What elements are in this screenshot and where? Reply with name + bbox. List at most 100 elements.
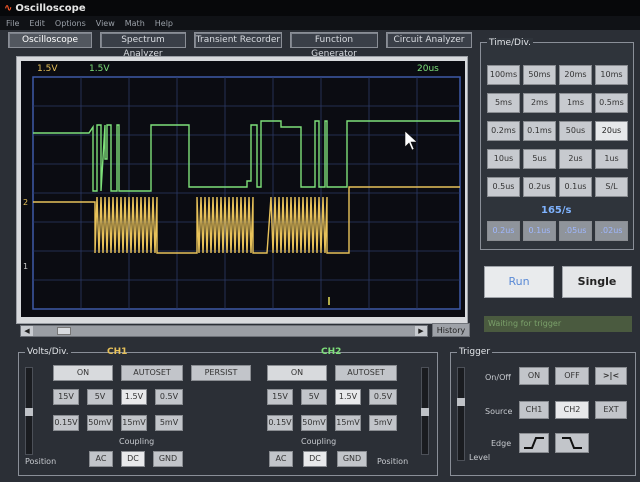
ch2-position-knob[interactable] [421,408,429,416]
timebase-10ms[interactable]: 10ms [595,65,628,85]
rising-edge-button[interactable] [519,433,549,453]
timebase-50ms[interactable]: 50ms [523,65,556,85]
trigger-source-ch1[interactable]: CH1 [519,401,549,419]
ch1-0-15v-button[interactable]: 0.15V [53,415,79,431]
ch2-coupling-label: Coupling [301,437,337,446]
falling-edge-button[interactable] [555,433,589,453]
timebase-sl[interactable]: S/L [595,177,628,197]
timebase-0-5us[interactable]: 0.5us [487,177,520,197]
trigger-on-button[interactable]: ON [519,367,549,385]
run-button[interactable]: Run [484,266,554,298]
scroll-right-icon[interactable]: ▶ [415,326,427,336]
ch1-1-5v-button[interactable]: 1.5V [121,389,147,405]
ch1-on-button[interactable]: ON [53,365,113,381]
timebase-0-1ms[interactable]: 0.1ms [523,121,556,141]
trigger-level-knob[interactable] [457,398,465,406]
timebase-0-2us[interactable]: 0.2us [523,177,556,197]
ch2-autoset-button[interactable]: AUTOSET [335,365,397,381]
persist-button[interactable]: PERSIST [191,365,251,381]
trigger-source-ch2[interactable]: CH2 [555,401,589,419]
trigger-source-label: Source [485,407,513,416]
ch1-gnd-button[interactable]: GND [153,451,183,467]
timebase-sub-0-1us[interactable]: 0.1us [523,221,556,241]
timebase-0-1us[interactable]: 0.1us [559,177,592,197]
trigger-panel: Trigger On/Off ON OFF >|< Source CH1 CH2… [450,347,636,476]
ch2-50mv-button[interactable]: 50mV [301,415,327,431]
menu-help[interactable]: Help [155,19,173,28]
ch2-position-slider[interactable] [421,367,429,455]
timebase-5ms[interactable]: 5ms [487,93,520,113]
ch2-15v-button[interactable]: 15V [267,389,293,405]
timebase-0-2ms[interactable]: 0.2ms [487,121,520,141]
ch1-ac-button[interactable]: AC [89,451,113,467]
trigger-title: Trigger [457,347,493,357]
timebase-2us[interactable]: 2us [559,149,592,169]
falling-edge-icon [562,437,582,449]
timebase-1us[interactable]: 1us [595,149,628,169]
timebase-sub-0-2us[interactable]: 0.2us [487,221,520,241]
ch1-position-label: Position [25,457,57,466]
rising-edge-icon [524,437,544,449]
oscilloscope-window: ∿ Oscilloscope File Edit Options View Ma… [0,0,640,482]
ch1-5mv-button[interactable]: 5mV [155,415,183,431]
timebase-sub-05us[interactable]: .05us [559,221,592,241]
timebase-10us[interactable]: 10us [487,149,520,169]
timebase-20us[interactable]: 20us [595,121,628,141]
menu-options[interactable]: Options [55,19,86,28]
menu-math[interactable]: Math [125,19,145,28]
timebase-20ms[interactable]: 20ms [559,65,592,85]
ch1-autoset-button[interactable]: AUTOSET [121,365,183,381]
trigger-level-slider[interactable] [457,367,465,461]
ch2-0-15v-button[interactable]: 0.15V [267,415,293,431]
app-icon: ∿ [4,2,13,14]
ch1-15mv-button[interactable]: 15mV [121,415,147,431]
menu-file[interactable]: File [6,19,19,28]
ch2-dc-button[interactable]: DC [303,451,327,467]
single-button[interactable]: Single [562,266,632,298]
tab-circuit-analyzer[interactable]: Circuit Analyzer [386,32,472,48]
timebase-0-5ms[interactable]: 0.5ms [595,93,628,113]
tab-spectrum-analyzer[interactable]: Spectrum Analyzer [100,32,186,59]
ch2-on-button[interactable]: ON [267,365,327,381]
ch1-5v-button[interactable]: 5V [87,389,113,405]
ch2-15mv-button[interactable]: 15mV [335,415,361,431]
timebase-50us[interactable]: 50us [559,121,592,141]
tab-oscilloscope[interactable]: Oscilloscope [8,32,92,48]
scope-frame: 2 1 1.5V 1.5V 20us [16,56,468,324]
trigger-off-button[interactable]: OFF [555,367,589,385]
scope-display[interactable]: 2 1 1.5V 1.5V 20us [21,61,465,317]
scroll-thumb[interactable] [57,327,71,335]
ch1-position-slider[interactable] [25,367,33,455]
ch2-1-5v-button[interactable]: 1.5V [335,389,361,405]
ch2-ac-button[interactable]: AC [269,451,293,467]
timebase-1ms[interactable]: 1ms [559,93,592,113]
scroll-left-icon[interactable]: ◀ [21,326,33,336]
timebase-100ms[interactable]: 100ms [487,65,520,85]
ch1-zero-marker: 2 [23,198,28,207]
ch1-position-knob[interactable] [25,408,33,416]
ch1-dc-button[interactable]: DC [121,451,145,467]
tab-function-generator[interactable]: Function Generator [290,32,378,59]
title-bar: ∿ Oscilloscope [0,0,640,16]
ch2-zero-marker: 1 [23,262,28,271]
mouse-cursor-icon [404,130,418,151]
menu-edit[interactable]: Edit [29,19,45,28]
ch2-gnd-button[interactable]: GND [337,451,367,467]
trigger-source-ext[interactable]: EXT [595,401,627,419]
tab-transient-recorder[interactable]: Transient Recorder [194,32,282,48]
timebase-sub-02us[interactable]: .02us [595,221,628,241]
history-button[interactable]: History [432,323,470,337]
ch1-15v-button[interactable]: 15V [53,389,79,405]
timebase-5us[interactable]: 5us [523,149,556,169]
timebase-2ms[interactable]: 2ms [523,93,556,113]
ch1-waveform [33,186,460,254]
ch2-0-5v-button[interactable]: 0.5V [369,389,397,405]
trigger-reset-icon[interactable]: >|< [595,367,627,385]
ch1-50mv-button[interactable]: 50mV [87,415,113,431]
ch2-5mv-button[interactable]: 5mV [369,415,397,431]
ch2-5v-button[interactable]: 5V [301,389,327,405]
horizontal-scrollbar[interactable]: ◀ ▶ [20,325,428,337]
ch1-0-5v-button[interactable]: 0.5V [155,389,183,405]
menu-view[interactable]: View [96,19,115,28]
ch1-scale-label: 1.5V [37,64,58,74]
